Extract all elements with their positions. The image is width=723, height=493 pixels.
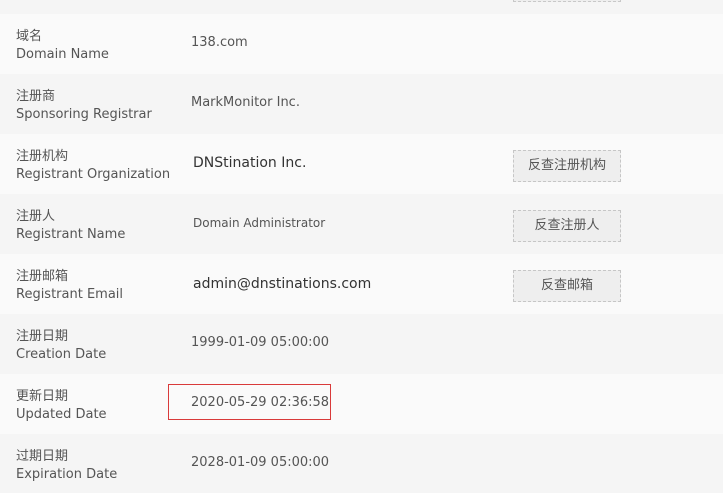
reverse-lookup-email-button[interactable]: 反查邮箱 [513,270,621,302]
row-label: 注册邮箱 Registrant Email [16,268,123,304]
organization-value: DNStination Inc. [193,155,307,171]
row-sponsoring-registrar: 注册商 Sponsoring Registrar MarkMonitor Inc… [0,74,723,134]
row-label: 注册机构 Registrant Organization [16,148,170,184]
label-english: Expiration Date [16,467,118,482]
whois-table: 域名 Domain Name 138.com 注册商 Sponsoring Re… [0,0,723,493]
label-chinese: 注册商 [16,89,56,104]
label-english: Registrant Organization [16,167,171,182]
expiration-date-value: 2028-01-09 05:00:00 [191,455,330,470]
label-chinese: 过期日期 [16,449,69,464]
label-english: Creation Date [16,347,107,362]
label-chinese: 域名 [16,29,43,44]
row-creation-date: 注册日期 Creation Date 1999-01-09 05:00:00 [0,314,723,374]
creation-date-value: 1999-01-09 05:00:00 [191,335,330,350]
row-label: 过期日期 Expiration Date [16,448,117,484]
row-label: 注册日期 Creation Date [16,328,106,364]
label-english: Updated Date [16,407,107,422]
row-registrant-name: 注册人 Registrant Name Domain Administrator… [0,194,723,254]
label-english: Domain Name [16,47,109,62]
previous-row-edge [0,0,723,14]
label-chinese: 注册日期 [16,329,69,344]
row-label: 注册人 Registrant Name [16,208,125,244]
reverse-lookup-registrant-button[interactable]: 反查注册人 [513,210,621,242]
row-label: 域名 Domain Name [16,28,109,64]
previous-row-button-edge[interactable] [513,0,621,2]
row-registrant-organization: 注册机构 Registrant Organization DNStination… [0,134,723,194]
label-english: Sponsoring Registrar [16,107,152,122]
registrant-name-value: Domain Administrator [193,216,326,230]
email-value: admin@dnstinations.com [193,276,372,292]
updated-date-highlight [168,384,331,420]
row-registrant-email: 注册邮箱 Registrant Email admin@dnstinations… [0,254,723,314]
row-label: 更新日期 Updated Date [16,388,107,424]
registrar-value: MarkMonitor Inc. [191,95,300,110]
row-domain-name: 域名 Domain Name 138.com [0,14,723,74]
row-expiration-date: 过期日期 Expiration Date 2028-01-09 05:00:00 [0,434,723,493]
label-chinese: 注册邮箱 [16,269,69,284]
reverse-lookup-organization-button[interactable]: 反查注册机构 [513,150,621,182]
label-chinese: 注册机构 [16,149,69,164]
row-label: 注册商 Sponsoring Registrar [16,88,152,124]
label-chinese: 更新日期 [16,389,69,404]
label-chinese: 注册人 [16,209,56,224]
label-english: Registrant Email [16,287,124,302]
row-updated-date: 更新日期 Updated Date 2020-05-29 02:36:58 [0,374,723,434]
domain-name-value: 138.com [191,35,248,50]
label-english: Registrant Name [16,227,126,242]
